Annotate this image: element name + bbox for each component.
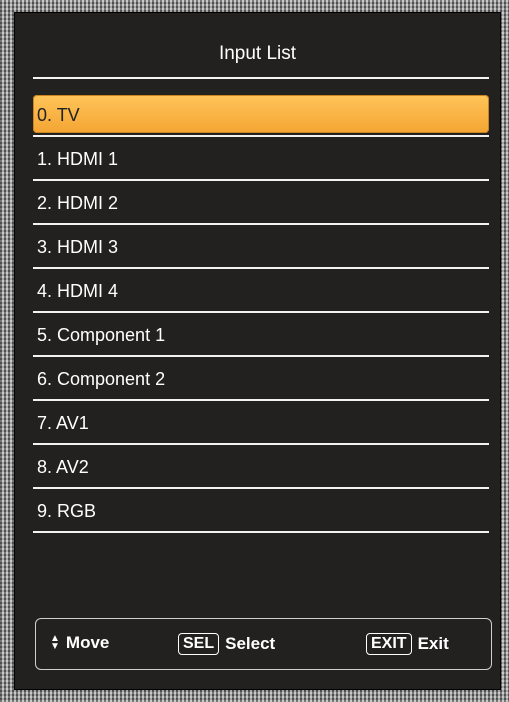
key-hint-bar: ▲ ▼ Move SEL Select EXIT Exit [35, 618, 492, 670]
select-label: Select [225, 634, 276, 653]
up-down-arrows-icon: ▲ ▼ [50, 633, 60, 652]
input-item-label: 7. AV1 [37, 413, 89, 433]
title-divider [33, 77, 489, 79]
input-item-label: 4. HDMI 4 [37, 281, 119, 301]
selection-highlight [33, 95, 489, 133]
input-item-label: 0. TV [37, 105, 80, 125]
input-item-av2[interactable]: 8. AV2 [33, 445, 489, 489]
exit-hint: EXIT Exit [366, 633, 449, 655]
move-hint: ▲ ▼ Move [50, 633, 109, 653]
move-label: Move [65, 633, 110, 652]
input-item-hdmi-4[interactable]: 4. HDMI 4 [33, 269, 489, 313]
input-item-label: 1. HDMI 1 [37, 149, 119, 169]
input-list-panel: Input List 0. TV 1. HDMI 1 2. HDMI 2 3. … [14, 12, 501, 690]
page-title: Input List [218, 43, 297, 64]
exit-key-icon: EXIT [366, 633, 412, 655]
input-list: 0. TV 1. HDMI 1 2. HDMI 2 3. HDMI 3 4. H… [33, 93, 489, 533]
input-item-label: 5. Component 1 [37, 325, 166, 345]
input-item-hdmi-2[interactable]: 2. HDMI 2 [33, 181, 489, 225]
input-item-component-1[interactable]: 5. Component 1 [33, 313, 489, 357]
select-hint: SEL Select [178, 633, 275, 655]
sel-key-icon: SEL [178, 633, 220, 655]
input-item-label: 9. RGB [37, 501, 97, 521]
input-item-component-2[interactable]: 6. Component 2 [33, 357, 489, 401]
input-item-av1[interactable]: 7. AV1 [33, 401, 489, 445]
input-item-hdmi-3[interactable]: 3. HDMI 3 [33, 225, 489, 269]
input-item-label: 3. HDMI 3 [37, 237, 119, 257]
input-item-hdmi-1[interactable]: 1. HDMI 1 [33, 137, 489, 181]
input-item-tv[interactable]: 0. TV [33, 93, 489, 137]
input-item-rgb[interactable]: 9. RGB [33, 489, 489, 533]
input-item-label: 2. HDMI 2 [37, 193, 119, 213]
exit-label: Exit [417, 634, 449, 653]
input-item-label: 8. AV2 [37, 457, 89, 477]
input-item-label: 6. Component 2 [37, 369, 166, 389]
